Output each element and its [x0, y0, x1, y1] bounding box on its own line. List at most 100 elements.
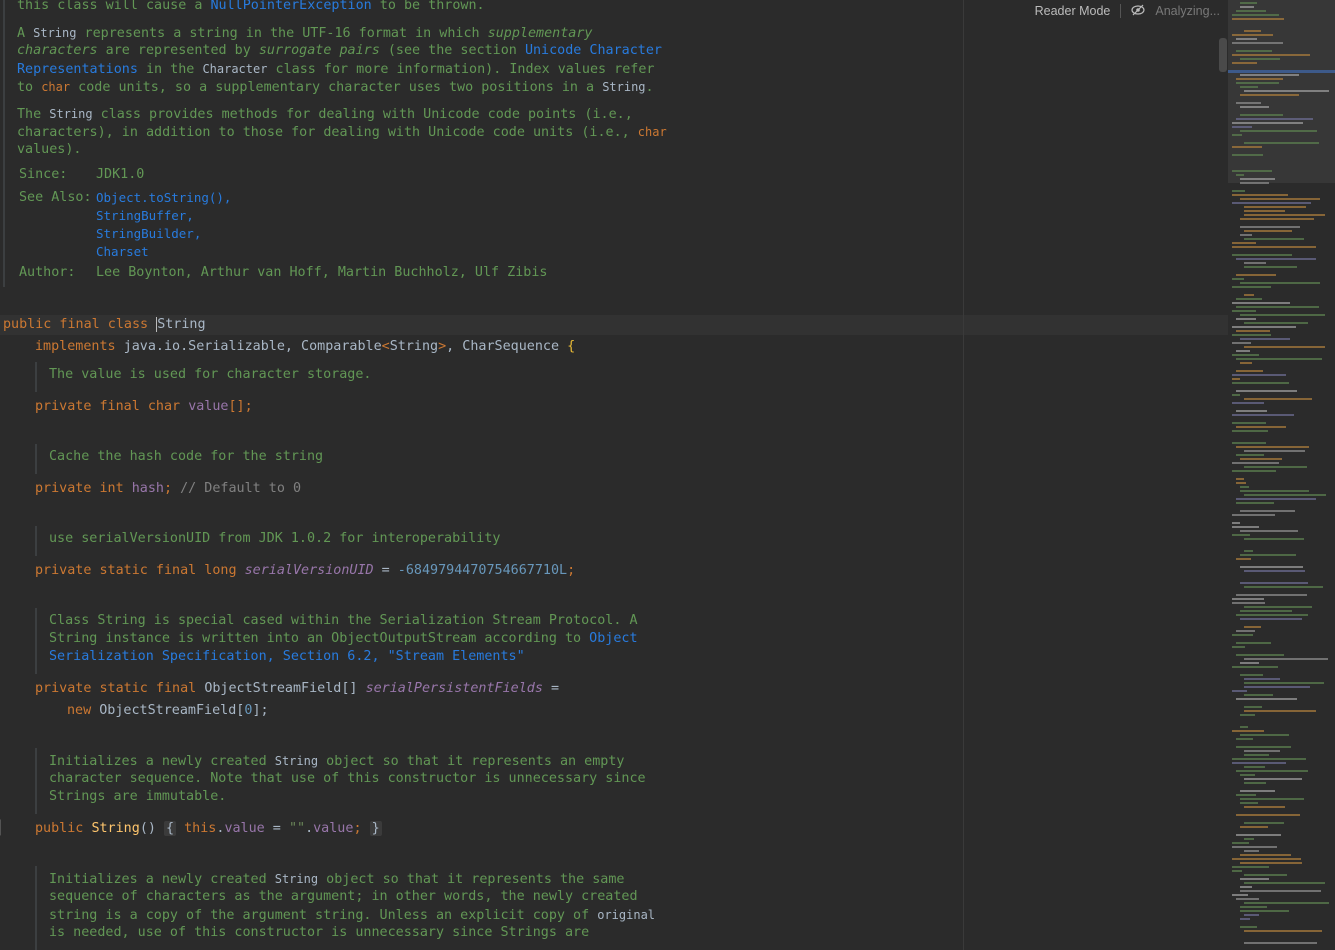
minimap-line [1244, 778, 1302, 780]
minimap-line [1240, 726, 1248, 728]
field-value[interactable]: private final char value[]; [35, 398, 253, 416]
minimap-line [1240, 2, 1257, 4]
minimap-line [1244, 766, 1265, 768]
minimap-line [1244, 682, 1324, 684]
doc-line: Cache the hash code for the string [49, 449, 324, 464]
minimap-line [1240, 486, 1249, 488]
fold-open-brace[interactable]: { [164, 821, 177, 836]
field-hash[interactable]: private int hash; // Default to 0 [35, 480, 301, 498]
minimap-line [1244, 686, 1310, 688]
minimap-line [1236, 350, 1250, 352]
minimap-line [1232, 690, 1247, 692]
minimap-line [1240, 798, 1304, 800]
minimap-line [1232, 858, 1301, 860]
minimap-line [1236, 498, 1316, 500]
doc-line: use serialVersionUID from JDK 1.0.2 for … [49, 531, 501, 546]
minimap-line [1236, 642, 1271, 644]
minimap-line [1236, 10, 1266, 12]
doc-line: The value is used for character storage. [49, 367, 372, 382]
constructor-empty[interactable]: public String() { this.value = "".value;… [35, 820, 382, 838]
minimap-line [1232, 34, 1273, 36]
doc-link[interactable]: Representations [17, 62, 138, 77]
minimap-line [1244, 606, 1312, 608]
minimap-line [1232, 382, 1289, 384]
doc-seealso-link[interactable]: Charset [96, 243, 149, 261]
minimap-line [1236, 834, 1281, 836]
minimap-line [1232, 134, 1242, 136]
minimap-line [1244, 550, 1253, 552]
minimap-line [1232, 246, 1316, 248]
minimap-line [1232, 534, 1250, 536]
minimap-line [1232, 354, 1259, 356]
doc-since-value: JDK1.0 [96, 167, 145, 182]
minimap-line [1236, 78, 1283, 80]
minimap-line [1244, 294, 1254, 296]
minimap-line [1244, 450, 1305, 452]
minimap-line [1240, 714, 1255, 716]
doc-seealso-label: See Also: [19, 190, 92, 205]
fold-close-brace[interactable]: } [369, 821, 382, 836]
minimap-line [1240, 886, 1252, 888]
minimap-line [1244, 902, 1329, 904]
doc-link[interactable]: Serialization Specification, Section 6.2… [49, 649, 525, 664]
code-minimap[interactable] [1228, 0, 1335, 950]
minimap-line [1232, 146, 1262, 148]
minimap-line [1244, 822, 1284, 824]
minimap-line [1240, 94, 1299, 96]
minimap-line [1232, 286, 1271, 288]
minimap-line [1244, 466, 1307, 468]
minimap-line [1244, 942, 1317, 944]
minimap-line [1232, 394, 1240, 396]
class-declaration[interactable]: public final class String [3, 316, 206, 334]
minimap-line [1240, 182, 1269, 184]
minimap-line [1232, 62, 1257, 64]
minimap-line [1232, 634, 1253, 636]
minimap-line [1232, 602, 1265, 604]
minimap-line [1236, 358, 1322, 360]
minimap-line [1232, 666, 1278, 668]
field-serialversionuid[interactable]: private static final long serialVersionU… [35, 562, 575, 580]
minimap-line [1240, 802, 1258, 804]
minimap-line [1240, 618, 1302, 620]
minimap-line [1240, 918, 1250, 920]
minimap-line [1240, 74, 1299, 76]
reader-mode-button[interactable]: Reader Mode [1035, 4, 1111, 18]
scrollbar-thumb[interactable] [1219, 38, 1227, 72]
doc-since-label: Since: [19, 167, 68, 182]
minimap-line [1244, 806, 1285, 808]
minimap-line [1244, 710, 1316, 712]
minimap-line [1244, 626, 1261, 628]
minimap-line [1240, 234, 1252, 236]
minimap-line [1232, 18, 1284, 20]
field-initializer[interactable]: new ObjectStreamField[0]; [67, 702, 269, 720]
minimap-line [1232, 122, 1303, 124]
doc-link[interactable]: Object [589, 631, 637, 646]
doc-block-bar [35, 608, 37, 674]
minimap-line [1232, 402, 1264, 404]
doc-author-label: Author: [19, 265, 76, 280]
minimap-line [1236, 298, 1262, 300]
doc-link[interactable]: Unicode Character [525, 43, 662, 58]
minimap-line [1244, 754, 1269, 756]
minimap-line [1244, 570, 1305, 572]
doc-seealso-link[interactable]: Object.toString(), [96, 189, 231, 207]
field-serialpersistentfields[interactable]: private static final ObjectStreamField[]… [35, 680, 559, 698]
implements-line[interactable]: implements java.io.Serializable, Compara… [35, 338, 575, 356]
code-editor[interactable]: this class will cause a NullPointerExcep… [0, 0, 1228, 950]
doc-seealso-link[interactable]: StringBuilder, [96, 225, 201, 243]
minimap-line [1232, 842, 1249, 844]
minimap-line [1240, 178, 1275, 180]
minimap-line [1244, 694, 1273, 696]
doc-seealso-link[interactable]: StringBuffer, [96, 207, 194, 225]
doc-link[interactable]: NullPointerException [210, 0, 371, 13]
minimap-line [1244, 850, 1259, 852]
minimap-line [1244, 838, 1254, 840]
editor-toolbar: Reader Mode Analyzing... [1035, 0, 1220, 22]
minimap-line [1240, 6, 1254, 8]
minimap-line [1244, 90, 1329, 92]
eye-off-icon[interactable] [1131, 4, 1145, 19]
minimap-line [1240, 510, 1295, 512]
minimap-line [1236, 770, 1308, 772]
minimap-line [1232, 126, 1252, 128]
minimap-line [1232, 254, 1292, 256]
